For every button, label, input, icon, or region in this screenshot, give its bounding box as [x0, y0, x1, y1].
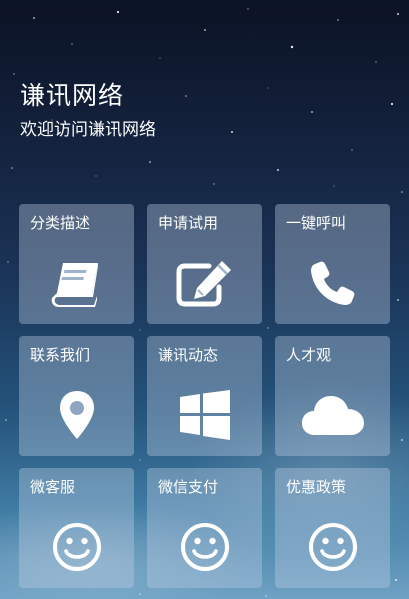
tile-talent-view[interactable]: 人才观	[275, 336, 390, 456]
windows-icon	[179, 390, 230, 440]
tile-micro-customer-service[interactable]: 微客服	[19, 468, 134, 588]
cloud-icon	[301, 396, 364, 435]
tile-label: 申请试用	[158, 214, 219, 232]
tile-label: 联系我们	[30, 346, 91, 364]
map-marker-icon	[59, 391, 94, 439]
edit-icon	[176, 261, 231, 307]
tile-category-description[interactable]: 分类描述	[19, 204, 134, 324]
app-title: 谦讯网络	[20, 81, 125, 110]
tile-label: 微信支付	[158, 478, 219, 496]
tile-apply-trial[interactable]: 申请试用	[147, 204, 262, 324]
smile-icon	[180, 523, 229, 571]
header: 谦讯网络 欢迎访问谦讯网络	[20, 80, 156, 141]
tile-company-news[interactable]: 谦讯动态	[147, 336, 262, 456]
book-icon	[51, 263, 98, 307]
menu-grid: 分类描述 申请试用 一键呼叫 联系我们 谦讯动态 人才观 微客服 微信支付 优惠…	[19, 204, 391, 588]
smile-icon	[308, 523, 357, 571]
tile-label: 一键呼叫	[286, 214, 347, 232]
tile-one-click-call[interactable]: 一键呼叫	[275, 204, 390, 324]
smile-icon	[52, 523, 101, 571]
tile-contact-us[interactable]: 联系我们	[19, 336, 134, 456]
tile-wechat-pay[interactable]: 微信支付	[147, 468, 262, 588]
tile-label: 微客服	[30, 478, 76, 496]
phone-icon	[310, 261, 354, 305]
tile-promotions[interactable]: 优惠政策	[275, 468, 390, 588]
tile-label: 谦讯动态	[158, 346, 219, 364]
tile-label: 人才观	[286, 346, 332, 364]
tile-label: 分类描述	[30, 214, 91, 232]
tile-label: 优惠政策	[286, 478, 347, 496]
welcome-subtitle: 欢迎访问谦讯网络	[20, 120, 156, 140]
